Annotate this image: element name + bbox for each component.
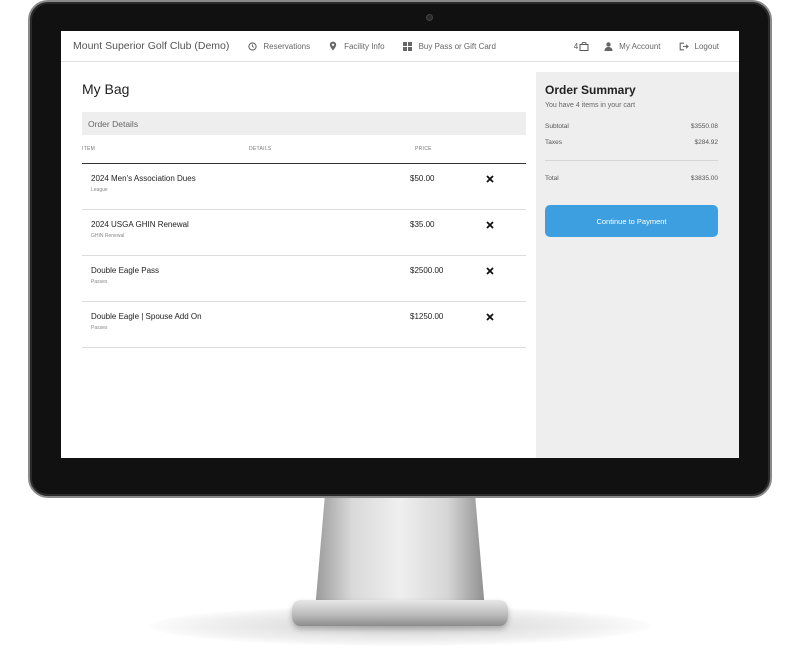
taxes-value: $284.92 [694,139,719,146]
table-row: Double Eagle | Spouse Add On Passes $125… [82,302,526,348]
nav-logout-label: Logout [694,41,719,51]
nav-right-group: 4 My Account Logout [574,41,739,51]
item-price: $1250.00 [410,312,444,321]
order-details-header: Order Details [82,112,526,135]
total-row: Total $3835.00 [545,175,718,182]
nav-buy-pass[interactable]: Buy Pass or Gift Card [403,41,496,51]
map-pin-icon [328,41,338,51]
item-category: Passes [91,279,108,285]
grid-icon [403,41,413,51]
taxes-label: Taxes [545,139,562,146]
cart-count: 4 [573,41,579,51]
monitor-base [292,600,508,626]
page-title: My Bag [82,81,130,97]
webcam-dot [426,14,433,21]
close-icon [486,313,494,321]
summary-divider [545,160,718,161]
user-icon [603,41,613,51]
subtotal-row: Subtotal $3550.08 [545,123,718,130]
subtotal-value: $3550.08 [690,123,718,130]
top-navbar: Mount Superior Golf Club (Demo) Reservat… [61,31,739,62]
total-label: Total [545,175,559,182]
nav-facility-info[interactable]: Facility Info [328,41,385,51]
column-header-details: DETAILS [249,146,272,152]
cart-item-count-text: You have 4 items in your cart [545,102,636,109]
close-icon [486,267,494,275]
close-icon [486,221,494,229]
cart-button[interactable]: 4 [573,41,589,51]
item-name: 2024 USGA GHIN Renewal [91,220,189,229]
total-value: $3835.00 [690,175,718,182]
nav-buy-pass-label: Buy Pass or Gift Card [418,41,496,51]
table-row: 2024 USGA GHIN Renewal GHIN Renewal $35.… [82,210,526,256]
column-header-item: ITEM [82,146,96,152]
item-name: 2024 Men's Association Dues [91,174,196,183]
item-category: League [91,187,108,193]
nav-logout[interactable]: Logout [679,41,719,51]
clock-icon [247,41,257,51]
remove-item-button[interactable] [485,266,495,276]
table-row: Double Eagle Pass Passes $2500.00 [82,256,526,302]
continue-to-payment-button[interactable]: Continue to Payment [545,205,718,237]
item-price: $2500.00 [410,266,444,275]
item-name: Double Eagle | Spouse Add On [91,312,202,321]
order-summary-title: Order Summary [545,83,636,97]
logout-icon [679,41,689,51]
monitor-screen: Mount Superior Golf Club (Demo) Reservat… [61,31,739,458]
nav-my-account-label: My Account [619,41,661,51]
bag-main: My Bag Order Details ITEM DETAILS PRICE … [61,62,536,458]
remove-item-button[interactable] [485,220,495,230]
item-category: Passes [91,325,108,331]
remove-item-button[interactable] [485,312,495,322]
column-header-price: PRICE [415,146,432,152]
item-name: Double Eagle Pass [91,266,160,275]
item-category: GHIN Renewal [91,233,125,239]
nav-reservations-label: Reservations [263,41,311,51]
item-price: $50.00 [410,174,435,183]
remove-item-button[interactable] [485,174,495,184]
taxes-row: Taxes $284.92 [545,139,718,146]
table-row: 2024 Men's Association Dues League $50.0… [82,164,526,210]
nav-my-account[interactable]: My Account [603,41,661,51]
close-icon [486,175,494,183]
nav-facility-info-label: Facility Info [344,41,385,51]
subtotal-label: Subtotal [545,123,569,130]
monitor-stand [315,492,485,610]
order-details-label: Order Details [88,118,139,129]
nav-reservations[interactable]: Reservations [247,41,310,51]
shopping-bag-icon [579,41,589,51]
order-summary-panel: Order Summary You have 4 items in your c… [536,72,739,458]
club-brand-link[interactable]: Mount Superior Golf Club (Demo) [73,40,229,52]
item-price: $35.00 [410,220,435,229]
